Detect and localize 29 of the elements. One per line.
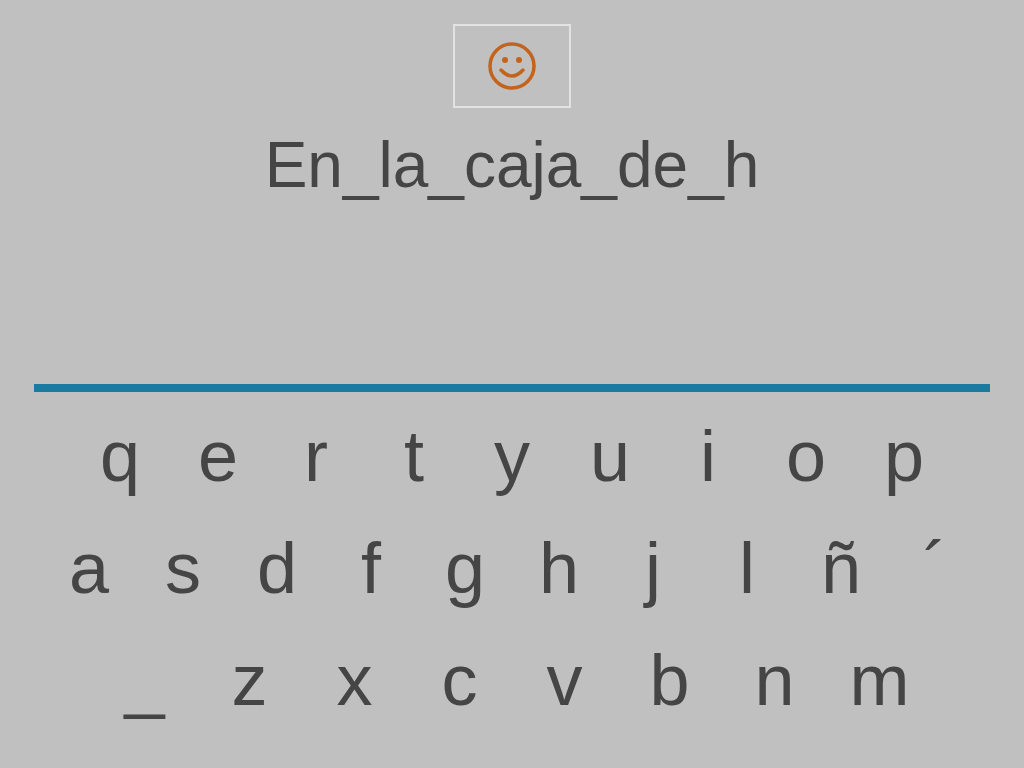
key-button[interactable]: t (384, 410, 444, 502)
key-button[interactable]: ñ (811, 522, 871, 614)
key-button[interactable]: r (286, 410, 346, 502)
prompt-text: En_la_caja_de_h (264, 128, 760, 202)
key-button[interactable]: d (247, 522, 307, 614)
key-button[interactable]: e (188, 410, 248, 502)
key-button[interactable]: p (874, 410, 934, 502)
key-button[interactable]: n (744, 634, 805, 726)
key-button[interactable]: x (324, 634, 385, 726)
smiley-icon (487, 41, 537, 91)
key-button[interactable]: c (429, 634, 490, 726)
key-button[interactable]: _ (114, 634, 175, 726)
key-button[interactable]: g (435, 522, 495, 614)
key-button[interactable]: s (153, 522, 213, 614)
key-button[interactable]: q (90, 410, 150, 502)
key-button[interactable]: f (341, 522, 401, 614)
key-button[interactable]: l (717, 522, 777, 614)
key-button[interactable]: i (678, 410, 738, 502)
key-button[interactable]: v (534, 634, 595, 726)
key-button[interactable]: o (776, 410, 836, 502)
key-button[interactable]: z (219, 634, 280, 726)
key-button[interactable]: ´ (905, 522, 965, 614)
key-button[interactable]: m (849, 634, 910, 726)
key-button[interactable]: b (639, 634, 700, 726)
key-button[interactable]: u (580, 410, 640, 502)
key-button[interactable]: h (529, 522, 589, 614)
key-button[interactable]: j (623, 522, 683, 614)
key-button[interactable]: a (59, 522, 119, 614)
key-button[interactable]: y (482, 410, 542, 502)
